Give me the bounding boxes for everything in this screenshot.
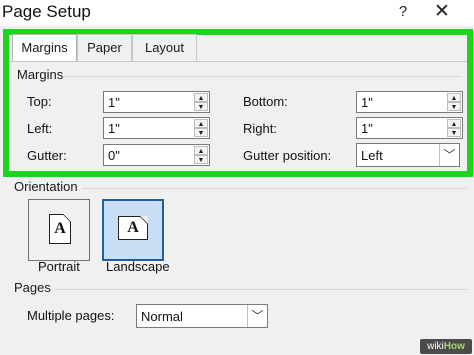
spin-up-icon[interactable]: ▲ [194, 146, 208, 155]
gutter-value[interactable]: 0" [108, 147, 120, 164]
title-bar: Page Setup ? ✕ [0, 0, 474, 26]
tab-paper[interactable]: Paper [77, 34, 132, 61]
top-margin-spinner[interactable]: 1" ▲ ▼ [103, 91, 210, 113]
spin-up-icon[interactable]: ▲ [447, 119, 461, 128]
left-label: Left: [27, 121, 53, 136]
bottom-label: Bottom: [243, 94, 288, 109]
left-margin-value[interactable]: 1" [108, 120, 120, 137]
left-margin-spinner[interactable]: 1" ▲ ▼ [103, 117, 210, 139]
spin-down-icon[interactable]: ▼ [194, 128, 208, 137]
page-setup-dialog: Page Setup ? ✕ Margins Paper Layout Marg… [0, 0, 474, 355]
page-glyph: A [54, 220, 66, 237]
dialog-title: Page Setup [2, 2, 91, 21]
multiple-pages-value: Normal [141, 309, 183, 324]
bottom-margin-value[interactable]: 1" [361, 94, 373, 111]
right-label: Right: [243, 121, 277, 136]
landscape-page-icon: A [118, 216, 148, 240]
multiple-pages-select[interactable]: Normal ﹀ [136, 304, 268, 328]
gutter-position-select[interactable]: Left ﹀ [356, 143, 460, 167]
spin-down-icon[interactable]: ▼ [194, 102, 208, 111]
pages-group-label: Pages [14, 280, 51, 295]
landscape-label: Landscape [106, 259, 170, 274]
help-icon[interactable]: ? [395, 0, 411, 24]
gutter-label: Gutter: [27, 148, 67, 163]
orientation-group-label: Orientation [14, 179, 78, 194]
spin-up-icon[interactable]: ▲ [447, 93, 461, 102]
spin-down-icon[interactable]: ▼ [447, 128, 461, 137]
orientation-group-divider [82, 188, 467, 189]
gutter-spinner[interactable]: 0" ▲ ▼ [103, 144, 210, 166]
margins-group-divider [64, 76, 460, 77]
gutter-position-value: Left [361, 148, 383, 163]
right-margin-value[interactable]: 1" [361, 120, 373, 137]
spin-down-icon[interactable]: ▼ [447, 102, 461, 111]
gutter-position-label: Gutter position: [243, 148, 332, 163]
spin-up-icon[interactable]: ▲ [194, 93, 208, 102]
top-margin-value[interactable]: 1" [108, 94, 120, 111]
bottom-margin-spinner[interactable]: 1" ▲ ▼ [356, 91, 463, 113]
wikihow-watermark: wikiHow [420, 339, 472, 354]
pages-group-divider [55, 289, 467, 290]
page-glyph: A [127, 219, 139, 236]
margins-group-label: Margins [17, 67, 64, 82]
portrait-label: Portrait [38, 259, 80, 274]
close-icon[interactable]: ✕ [432, 0, 452, 24]
chevron-down-icon[interactable]: ﹀ [439, 144, 459, 166]
tab-margins[interactable]: Margins [12, 34, 77, 62]
landscape-button[interactable]: A [102, 199, 164, 261]
spin-down-icon[interactable]: ▼ [194, 155, 208, 164]
chevron-down-icon[interactable]: ﹀ [247, 305, 267, 327]
tab-layout[interactable]: Layout [132, 34, 197, 61]
top-label: Top: [27, 94, 52, 109]
multiple-pages-label: Multiple pages: [27, 308, 115, 323]
portrait-page-icon: A [49, 214, 71, 244]
tabs-divider [9, 61, 467, 62]
right-margin-spinner[interactable]: 1" ▲ ▼ [356, 117, 463, 139]
portrait-button[interactable]: A [28, 199, 90, 261]
spin-up-icon[interactable]: ▲ [194, 119, 208, 128]
